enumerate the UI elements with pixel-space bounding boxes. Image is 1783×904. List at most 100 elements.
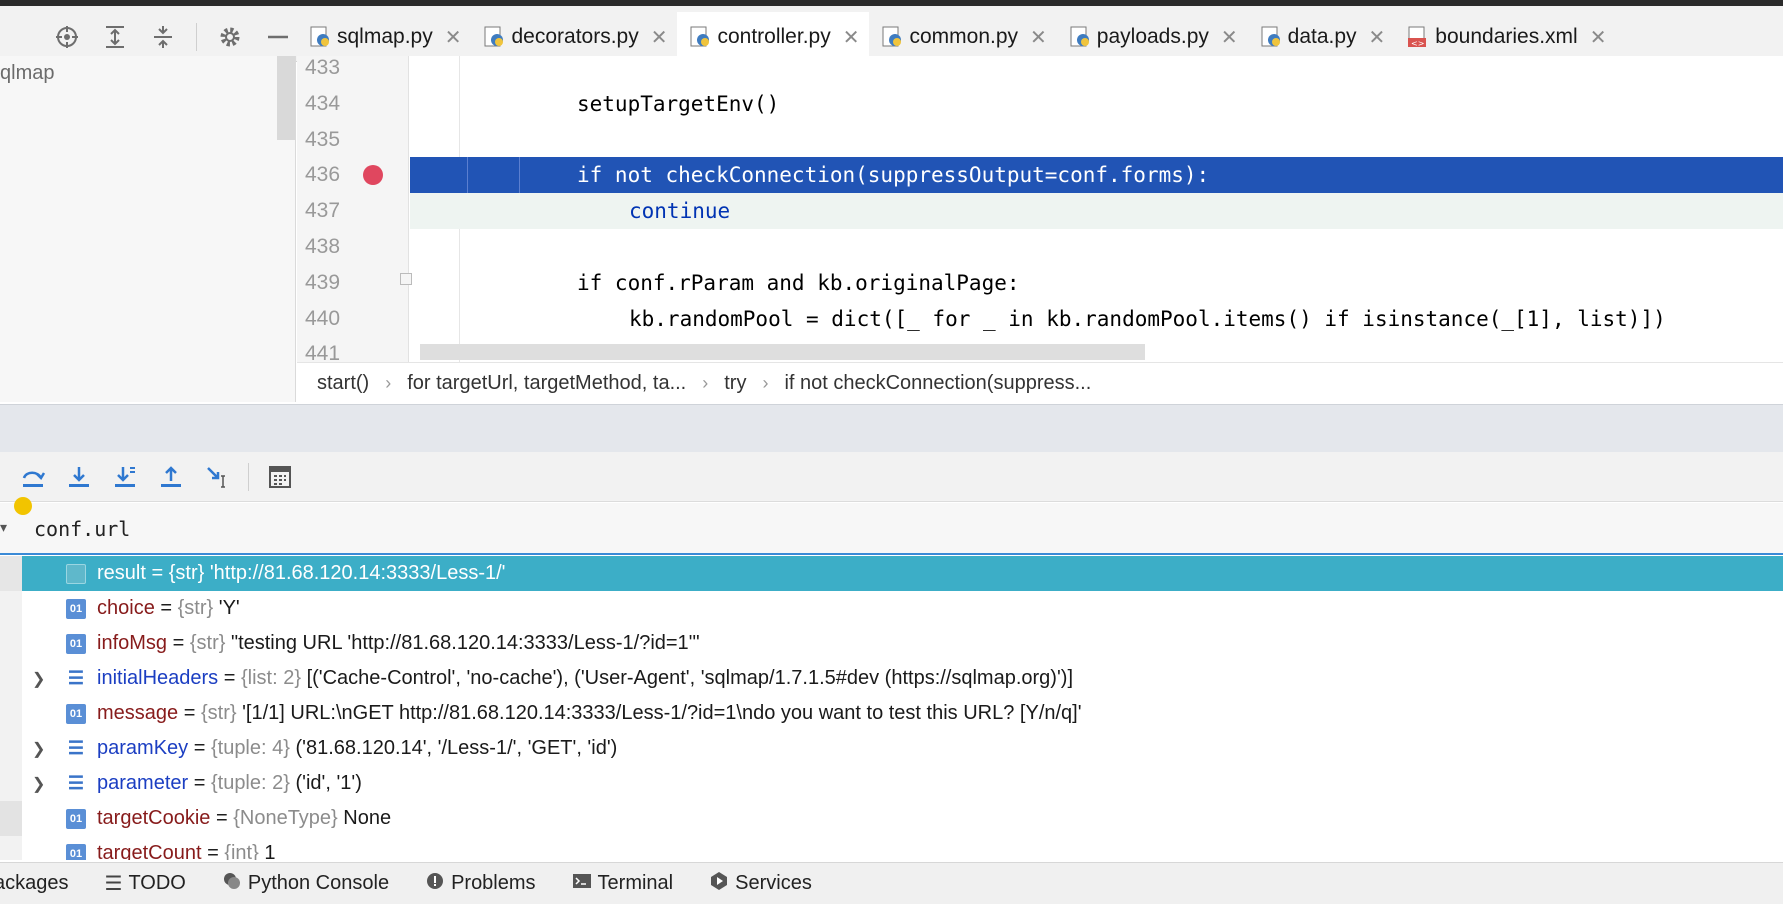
collapse-all-icon[interactable] (148, 22, 178, 52)
variable-row-targetcookie[interactable]: 01 targetCookie = {NoneType} None (0, 801, 1783, 836)
tab-boundaries[interactable]: <> boundaries.xml ✕ (1395, 12, 1616, 62)
close-icon[interactable]: ✕ (843, 25, 860, 50)
editor-horizontal-scrollbar[interactable] (420, 344, 1145, 360)
close-icon[interactable]: ✕ (445, 25, 462, 50)
variable-row-infomsg[interactable]: 01 infoMsg = {str} "testing URL 'http://… (0, 626, 1783, 661)
variable-row-parameter[interactable]: ❯ ☰ parameter = {tuple: 2} ('id', '1') (0, 766, 1783, 801)
close-icon[interactable]: ✕ (651, 25, 668, 50)
code-line-438[interactable]: 438 (297, 229, 1783, 265)
project-toolbar (0, 12, 297, 62)
chevron-down-icon[interactable]: ▾ (0, 519, 7, 536)
step-into-icon[interactable] (64, 462, 94, 492)
close-icon[interactable]: ✕ (1221, 25, 1238, 50)
code-line-436[interactable]: 436 if not checkConnection(suppressOutpu… (297, 157, 1783, 193)
code-text: kb.randomPool = dict([_ for _ in kb.rand… (629, 307, 1666, 331)
chevron-right-icon[interactable]: ❯ (32, 669, 45, 689)
variable-type: {NoneType} (233, 807, 338, 829)
row-strip (0, 731, 22, 766)
o1-icon: 01 (66, 598, 86, 619)
tab-services[interactable]: Services (709, 871, 812, 897)
chevron-right-icon[interactable]: ❯ (32, 739, 45, 759)
variable-text: message = {str} '[1/1] URL:\nGET http://… (97, 702, 1082, 724)
code-text: if conf.rParam and kb.originalPage: (577, 271, 1020, 295)
close-icon[interactable]: ✕ (1030, 25, 1047, 50)
chevron-right-icon[interactable]: ❯ (32, 774, 45, 794)
gear-icon[interactable] (215, 22, 245, 52)
variable-type: {tuple: 2} (210, 772, 290, 794)
variable-value: 1 (264, 842, 276, 860)
variable-name: message (97, 702, 179, 724)
lightbulb-icon[interactable] (14, 497, 32, 515)
code-line-434[interactable]: 434 setupTargetEnv() (297, 86, 1783, 122)
variable-text: targetCount = {int} 1 (97, 842, 275, 860)
tab-decorators[interactable]: decorators.py ✕ (471, 12, 677, 62)
step-out-icon[interactable] (156, 462, 186, 492)
list-icon: ☰ (67, 773, 85, 793)
breakpoint-icon[interactable] (363, 165, 383, 185)
list-icon: ☰ (104, 873, 123, 895)
breadcrumb-item[interactable]: try (724, 372, 746, 395)
tab-label: payloads.py (1096, 25, 1209, 48)
variable-text: targetCookie = {NoneType} None (97, 807, 392, 829)
tab-data[interactable]: data.py ✕ (1248, 12, 1396, 62)
python-file-icon (309, 26, 331, 48)
variable-type: {list: 2} (240, 667, 302, 689)
line-number: 440 (305, 307, 341, 330)
minimize-icon[interactable] (263, 22, 293, 52)
variable-type: {str} (177, 597, 214, 619)
variable-row-targetcount[interactable]: 01 targetCount = {int} 1 (0, 836, 1783, 860)
services-icon (709, 871, 729, 897)
tab-label: decorators.py (511, 25, 639, 48)
breadcrumb-item[interactable]: for targetUrl, targetMethod, ta... (407, 372, 686, 395)
close-icon[interactable]: ✕ (1590, 25, 1607, 50)
step-over-icon[interactable] (18, 462, 48, 492)
tab-todo[interactable]: ☰ TODO (105, 871, 186, 896)
tab-payloads[interactable]: payloads.py ✕ (1057, 12, 1248, 62)
tab-label: boundaries.xml (1435, 25, 1578, 48)
breadcrumb-item[interactable]: start() (317, 372, 369, 395)
variable-text: parameter = {tuple: 2} ('id', '1') (97, 772, 362, 794)
tab-python-console[interactable]: Python Console (222, 871, 389, 897)
tab-packages[interactable]: ackages (0, 872, 69, 895)
variable-row-message[interactable]: 01 message = {str} '[1/1] URL:\nGET http… (0, 696, 1783, 731)
variable-text: choice = {str} 'Y' (97, 597, 240, 619)
tab-problems[interactable]: Problems (425, 871, 536, 897)
variable-value: None (343, 807, 392, 829)
variable-row-choice[interactable]: 01 choice = {str} 'Y' (0, 591, 1783, 626)
variable-row-initialheaders[interactable]: ❯ ☰ initialHeaders = {list: 2} [('Cache-… (0, 661, 1783, 696)
code-editor[interactable]: 433 434 setupTargetEnv() 435 436 if not … (297, 56, 1783, 362)
breadcrumb-item[interactable]: if not checkConnection(suppress... (784, 372, 1091, 395)
tab-sqlmap[interactable]: sqlmap.py ✕ (297, 12, 471, 62)
variable-text: paramKey = {tuple: 4} ('81.68.120.14', '… (97, 737, 618, 759)
code-line-439[interactable]: 439 if conf.rParam and kb.originalPage: (297, 265, 1783, 301)
variable-row-result[interactable]: result = {str} 'http://81.68.120.14:3333… (0, 556, 1783, 591)
run-to-cursor-icon[interactable] (202, 462, 232, 492)
project-panel: qlmap (0, 56, 296, 402)
expand-all-icon[interactable] (100, 22, 130, 52)
code-line-437[interactable]: 437 continue (297, 193, 1783, 229)
tab-label: ackages (0, 872, 69, 894)
close-icon[interactable]: ✕ (1369, 25, 1386, 50)
o1-icon: 01 (66, 703, 86, 724)
fold-icon[interactable] (400, 273, 412, 285)
watch-expression-bar[interactable]: ▾ conf.url (0, 497, 1783, 555)
variable-row-paramkey[interactable]: ❯ ☰ paramKey = {tuple: 4} ('81.68.120.14… (0, 731, 1783, 766)
tab-controller[interactable]: controller.py ✕ (677, 12, 870, 68)
tab-label: data.py (1287, 25, 1357, 48)
step-into-my-code-icon[interactable] (110, 462, 140, 492)
variable-text: result = {str} 'http://81.68.120.14:3333… (97, 562, 506, 584)
line-number: 435 (305, 128, 341, 151)
chevron-right-icon: › (385, 373, 392, 393)
code-line-433[interactable]: 433 (297, 56, 1783, 86)
project-scrollbar[interactable] (277, 56, 295, 140)
tab-common[interactable]: common.py ✕ (869, 12, 1056, 62)
code-line-440[interactable]: 440 kb.randomPool = dict([_ for _ in kb.… (297, 301, 1783, 337)
code-line-435[interactable]: 435 (297, 122, 1783, 158)
toolbar-separator (196, 23, 197, 51)
locate-icon[interactable] (52, 22, 82, 52)
project-root-label[interactable]: qlmap (0, 62, 54, 85)
tab-terminal[interactable]: Terminal (572, 871, 673, 897)
watch-expression-input[interactable]: conf.url (34, 517, 130, 541)
evaluate-expression-icon[interactable] (265, 462, 295, 492)
variable-name: infoMsg (97, 632, 168, 654)
